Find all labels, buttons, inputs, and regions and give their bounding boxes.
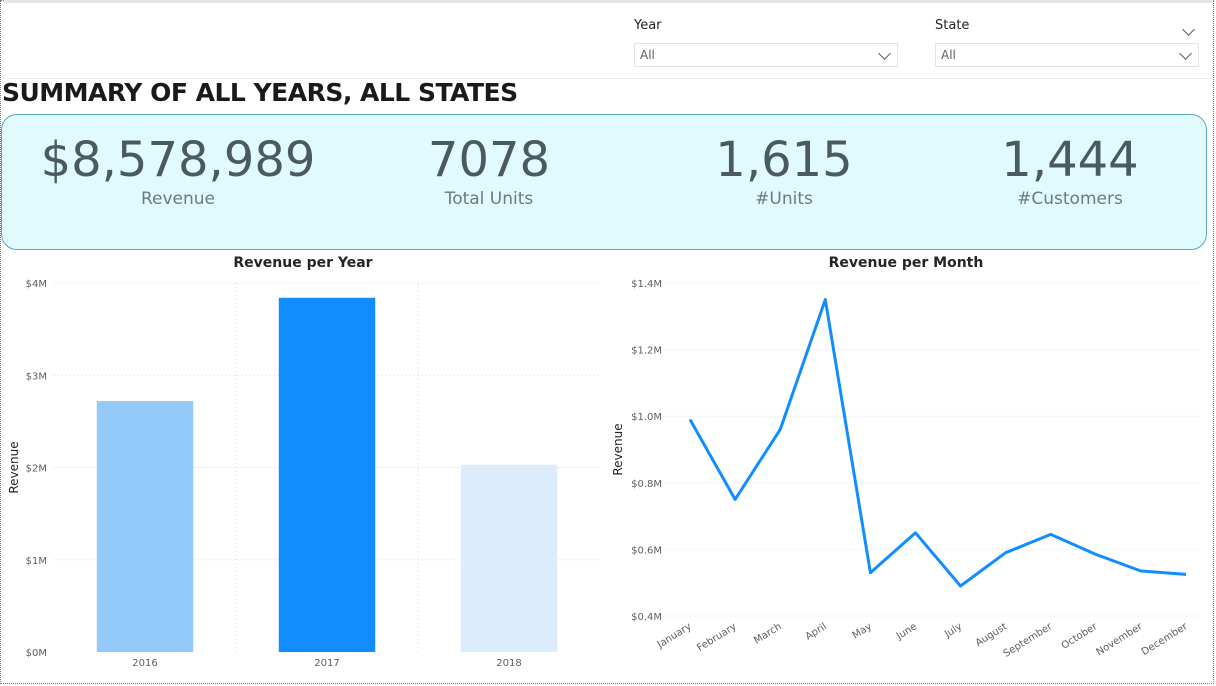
y-tick-label: $3M [26, 371, 47, 382]
y-tick-label: $4M [26, 279, 47, 290]
kpi-value: $8,578,989 [40, 132, 316, 188]
x-tick-label: September [1002, 621, 1055, 660]
x-tick-label: May [851, 621, 874, 641]
series-line [688, 298, 1187, 588]
chevron-down-icon [878, 47, 891, 60]
x-tick-label: February [695, 621, 738, 654]
page-title: SUMMARY OF ALL YEARS, ALL STATES [2, 78, 518, 107]
y-tick-label: $0.6M [631, 545, 662, 556]
x-tick-label: January [655, 621, 694, 651]
y-tick-label: $2M [26, 464, 47, 475]
x-tick-label: March [752, 621, 784, 646]
kpi-value: 1,615 [715, 132, 853, 188]
y-axis-label: Revenue [611, 423, 625, 475]
x-tick-label: December [1140, 621, 1191, 658]
y-tick-label: $0M [26, 648, 47, 659]
revenue-per-month-chart[interactable]: Revenue per Month Revenue $0.4M $0.6M $0.8M $… [606, 250, 1210, 678]
state-slicer-label: State [935, 18, 970, 33]
year-slicer-label: Year [634, 18, 662, 33]
x-tick-label: April [804, 621, 829, 642]
kpi-customers[interactable]: 1,444 #Customers [1001, 131, 1138, 209]
x-tick-label: October [1060, 621, 1101, 652]
x-tick-label: July [942, 621, 964, 640]
y-tick-label: $0.4M [631, 612, 662, 623]
kpi-revenue[interactable]: $8,578,989 Revenue [41, 131, 316, 209]
year-slicer: Year All [634, 17, 898, 67]
y-tick-label: $0.8M [631, 479, 662, 490]
x-tick-label: August [974, 621, 1010, 649]
x-tick-label: November [1095, 621, 1146, 658]
kpi-value: 1,444 [1001, 132, 1139, 188]
y-axis-label: Revenue [7, 441, 21, 493]
revenue-per-year-chart[interactable]: Revenue per Year Revenue $0M $1M $2M $3M $4M 20… [0, 250, 606, 678]
year-dropdown-value: All [640, 48, 655, 62]
year-dropdown[interactable]: All [634, 43, 898, 67]
chart-title: Revenue per Year [233, 255, 372, 271]
x-tick-label: 2018 [496, 658, 521, 669]
top-border [4, 0, 1212, 3]
state-dropdown[interactable]: All [935, 23, 1199, 67]
x-tick-label: June [894, 621, 919, 642]
kpi-total-units[interactable]: 7078 Total Units [428, 131, 550, 209]
kpi-units[interactable]: 1,615 #Units [715, 131, 852, 209]
y-tick-label: $1.2M [631, 346, 662, 357]
x-tick-label: 2016 [132, 658, 157, 669]
bar-2016 [96, 401, 194, 652]
kpi-panel: $8,578,989 Revenue 7078 Total Units 1,61… [1, 114, 1207, 250]
state-slicer: State All [935, 17, 1199, 67]
state-dropdown-value: All [941, 48, 956, 62]
bar-2018 [460, 464, 558, 652]
chart-title: Revenue per Month [829, 255, 984, 271]
x-tick-label: 2017 [314, 658, 339, 669]
bar-2017 [278, 297, 376, 652]
kpi-value: 7078 [427, 132, 551, 188]
kpi-caption: #Customers [1017, 189, 1123, 209]
kpi-caption: #Units [755, 189, 813, 209]
y-tick-label: $1.0M [631, 412, 662, 423]
chevron-down-icon [1179, 47, 1192, 60]
kpi-caption: Total Units [444, 189, 534, 209]
y-tick-label: $1.4M [631, 279, 662, 290]
kpi-caption: Revenue [140, 189, 216, 209]
y-tick-label: $1M [26, 556, 47, 567]
